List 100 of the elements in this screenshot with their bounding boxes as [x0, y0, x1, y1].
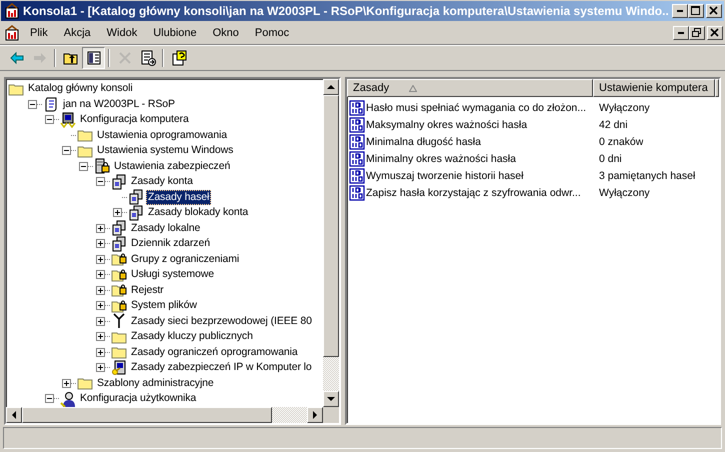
collapse-box[interactable]: [28, 100, 37, 109]
minimize-button[interactable]: [672, 4, 688, 18]
tree-item[interactable]: Konfiguracja komputera: [78, 112, 191, 128]
menu-item[interactable]: Okno: [204, 25, 247, 41]
policy-name[interactable]: Minimalna długość hasła: [365, 136, 481, 148]
collapse-box[interactable]: [62, 146, 71, 156]
tree-item[interactable]: Zasady ograniczeń oprogramowania: [129, 344, 300, 360]
policy-icon: [349, 168, 365, 184]
column-header[interactable]: Zasady: [347, 79, 593, 97]
tree-item[interactable]: Ustawienia zabezpieczeń: [112, 158, 232, 174]
vertical-scrollbar[interactable]: [323, 79, 339, 407]
folder-lock-icon: [111, 266, 127, 283]
scroll-up-icon[interactable]: [327, 84, 335, 90]
expand-box[interactable]: [96, 286, 105, 295]
expand-box[interactable]: [96, 239, 105, 248]
policy-setting: 3 pamiętanych haseł: [598, 170, 696, 182]
tree-item[interactable]: Ustawienia systemu Windows: [95, 143, 236, 158]
window-title: Konsola1 - [Katalog główny konsoli\jan na W2003PL - RSoP\Konfiguracja komputera\Ustawienia systemu Windo...: [23, 4, 669, 18]
collapse-box[interactable]: [79, 162, 88, 171]
tree-item[interactable]: Zasady zabezpieczeń IP w Komputer lo: [129, 360, 314, 376]
close-icon: [710, 28, 720, 38]
policy-name[interactable]: Zapisz hasła korzystając z szyfrowania odwr...: [365, 186, 581, 198]
horizontal-scrollbar[interactable]: [6, 407, 339, 423]
scrollbar-corner: [323, 407, 339, 423]
delete-icon: [116, 50, 132, 66]
policy-setting: 42 dni: [598, 118, 628, 130]
menu-item[interactable]: Plik: [22, 25, 56, 41]
expand-box[interactable]: [96, 270, 105, 280]
minimize-button[interactable]: [673, 26, 689, 40]
maximize-icon: [691, 6, 701, 16]
tree-item[interactable]: System plików: [129, 298, 199, 314]
minimize-icon: [678, 32, 684, 34]
tree-item[interactable]: jan na W2003PL - RSoP: [61, 96, 177, 112]
help-icon: [170, 50, 186, 66]
scrollbar-thumb[interactable]: [22, 407, 272, 423]
menu-item[interactable]: Widok: [98, 25, 146, 41]
policy-name[interactable]: Maksymalny okres ważności hasła: [365, 118, 528, 130]
tree-item[interactable]: Rejestr: [129, 282, 166, 298]
scroll-right-icon[interactable]: [312, 411, 318, 419]
expand-box[interactable]: [96, 254, 105, 264]
server-lock-icon: [94, 158, 110, 174]
restore-icon: [692, 28, 702, 38]
tree-item[interactable]: Grupy z ograniczeniami: [129, 252, 242, 267]
scrollbar-thumb[interactable]: [323, 95, 339, 357]
maximize-button[interactable]: [688, 4, 704, 18]
menu-item[interactable]: Pomoc: [246, 25, 298, 41]
tree-item[interactable]: Ustawienia oprogramowania: [95, 128, 229, 143]
toolbar-button[interactable]: [82, 47, 105, 69]
computers-icon: [128, 189, 144, 206]
person-icon: [60, 390, 76, 407]
tree-item[interactable]: Usługi systemowe: [129, 267, 216, 282]
folder-lock-icon: [111, 282, 127, 298]
close-button[interactable]: [707, 26, 723, 40]
tree-item[interactable]: Zasady konta: [129, 174, 195, 190]
collapse-box[interactable]: [96, 177, 105, 186]
expand-box[interactable]: [96, 224, 105, 233]
tree-item[interactable]: Zasady haseł: [146, 190, 212, 205]
collapse-box[interactable]: [45, 394, 54, 404]
policy-icon: [349, 150, 365, 166]
scroll-down-icon[interactable]: [327, 396, 335, 402]
expand-box[interactable]: [96, 301, 105, 310]
console-icon[interactable]: [4, 25, 20, 41]
expand-box[interactable]: [62, 378, 71, 388]
expand-box[interactable]: [96, 332, 105, 342]
computers-icon: [128, 204, 144, 221]
expand-box[interactable]: [113, 208, 122, 218]
tree-item[interactable]: Zasady sieci bezprzewodowej (IEEE 80: [129, 314, 314, 329]
tree-item[interactable]: Szablony administracyjne: [95, 376, 216, 391]
expand-box[interactable]: [96, 348, 105, 357]
scroll-left-icon[interactable]: [12, 411, 16, 419]
computers-icon: [111, 174, 127, 190]
policy-icon: [349, 100, 365, 116]
menu-item[interactable]: Ulubione: [145, 25, 205, 41]
tree-item[interactable]: Dziennik zdarzeń: [129, 236, 212, 252]
expand-box[interactable]: [96, 316, 105, 326]
sort-arrow-icon: [409, 84, 418, 92]
antenna-icon: [111, 313, 127, 330]
menu-item[interactable]: Akcja: [56, 25, 99, 41]
close-icon: [709, 6, 719, 16]
tree-item[interactable]: Konfiguracja użytkownika: [78, 391, 198, 406]
tree-item[interactable]: Katalog główny konsoli: [26, 81, 135, 96]
tree-item[interactable]: Zasady blokady konta: [146, 205, 250, 220]
computers-icon: [111, 236, 127, 252]
column-header[interactable]: Ustawienie komputera: [593, 79, 715, 97]
computer-key-icon: [111, 360, 127, 376]
tree-pane-icon: [86, 50, 102, 66]
policy-name[interactable]: Minimalny okres ważności hasła: [365, 152, 516, 164]
folder-lock-icon: [111, 298, 127, 314]
policy-setting: Wyłączony: [598, 102, 650, 114]
back-arrow-icon: [8, 50, 24, 66]
restore-button[interactable]: [689, 26, 705, 40]
policy-name[interactable]: Hasło musi spełniać wymagania co do złożon...: [365, 102, 586, 114]
tree-item[interactable]: Zasady lokalne: [129, 220, 202, 236]
tree-item[interactable]: Zasady kluczy publicznych: [129, 329, 255, 344]
policy-name[interactable]: Wymuszaj tworzenie historii haseł: [365, 170, 524, 182]
policy-setting: Wyłączony: [598, 186, 650, 198]
computer-icon: [60, 112, 76, 128]
close-button[interactable]: [706, 4, 722, 18]
expand-box[interactable]: [96, 363, 105, 372]
collapse-box[interactable]: [45, 115, 54, 124]
